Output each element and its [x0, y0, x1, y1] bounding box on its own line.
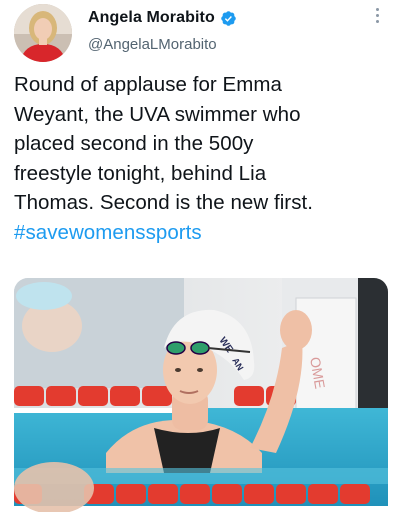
author-handle[interactable]: @AngelaLMorabito [88, 36, 217, 53]
verified-badge-icon [220, 10, 237, 27]
avatar-photo-icon [14, 4, 72, 62]
author-display-name[interactable]: Angela Morabito [88, 9, 215, 27]
more-options-icon[interactable] [374, 8, 380, 23]
hashtag-link[interactable]: #savewomenssports [14, 221, 202, 244]
tweet-text-line: Weyant, the UVA swimmer who [14, 102, 301, 126]
author-name-row: Angela Morabito [88, 9, 237, 27]
tweet-text-line: freestyle tonight, behind Lia [14, 161, 267, 185]
tweet-text: Round of applause for Emma Weyant, the U… [14, 70, 390, 247]
swimmer-photo-icon: OME WE AN [14, 278, 388, 512]
tweet-media-photo[interactable]: OME WE AN [14, 278, 388, 512]
author-avatar[interactable] [14, 4, 72, 62]
tweet-text-line: Thomas. Second is the new first. [14, 191, 313, 214]
tweet-text-line: Round of applause for Emma [14, 73, 282, 96]
tweet-text-line: placed second in the 500y [14, 132, 254, 155]
tweet-card[interactable]: Angela Morabito @AngelaLMorabito Round o… [0, 0, 400, 512]
